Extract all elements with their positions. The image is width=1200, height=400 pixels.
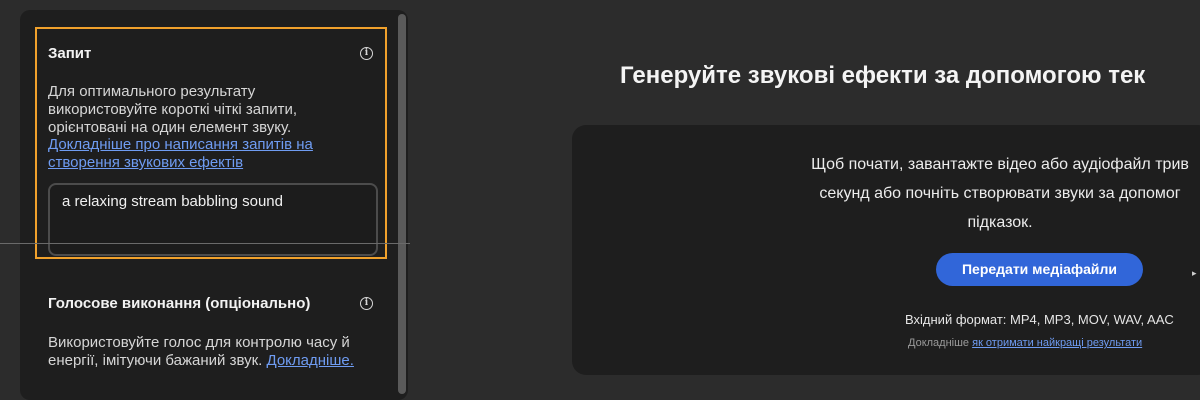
- chevron-right-icon[interactable]: ▸: [1192, 268, 1197, 279]
- upload-media-button[interactable]: Передати медіафайли: [936, 253, 1143, 286]
- best-results-tip: Докладніше як отримати найкращі результа…: [908, 337, 1142, 349]
- divider: [0, 243, 410, 244]
- prompt-help-link-line[interactable]: Докладніше про написання запитів на: [48, 136, 313, 154]
- prompt-hint-line: Для оптимального результату: [48, 83, 256, 100]
- drop-zone-instructions: Щоб почати, завантажте відео або аудіофа…: [740, 150, 1200, 237]
- info-icon[interactable]: i: [360, 47, 373, 60]
- page-title: Генеруйте звукові ефекти за допомогою те…: [620, 62, 1146, 89]
- info-icon[interactable]: i: [360, 297, 373, 310]
- voice-hint-text: енергії, імітуючи бажаний звук.: [48, 352, 267, 369]
- tips-prefix: Докладніше: [908, 337, 973, 349]
- drop-zone-line: підказок.: [967, 214, 1033, 231]
- voice-learn-more-link[interactable]: Докладніше.: [267, 352, 354, 369]
- prompt-help-link-line[interactable]: створення звукових ефектів: [48, 154, 313, 172]
- drop-zone-line: Щоб почати, завантажте відео або аудіофа…: [811, 156, 1189, 173]
- drop-zone-line: секунд або почніть створювати звуки за д…: [819, 185, 1181, 202]
- voice-section-title: Голосове виконання (опціонально): [48, 295, 311, 312]
- prompt-hint: Для оптимального результату використовуй…: [48, 83, 297, 137]
- prompt-input-value: a relaxing stream babbling sound: [62, 193, 283, 210]
- scrollbar[interactable]: [398, 14, 406, 394]
- prompt-hint-line: орієнтовані на один елемент звуку.: [48, 119, 292, 136]
- input-format-label: Вхідний формат: MP4, MP3, MOV, WAV, AAC: [905, 312, 1174, 327]
- prompt-input[interactable]: a relaxing stream babbling sound: [48, 183, 378, 256]
- prompt-hint-line: використовуйте короткі чіткі запити,: [48, 101, 297, 118]
- best-results-link[interactable]: як отримати найкращі результати: [972, 337, 1142, 349]
- prompt-help-link[interactable]: Докладніше про написання запитів на ство…: [48, 136, 313, 172]
- voice-hint-line: енергії, імітуючи бажаний звук. Докладні…: [48, 352, 354, 370]
- voice-hint: Використовуйте голос для контролю часу й…: [48, 334, 354, 370]
- prompt-title: Запит: [48, 45, 92, 62]
- voice-hint-line: Використовуйте голос для контролю часу й: [48, 334, 350, 351]
